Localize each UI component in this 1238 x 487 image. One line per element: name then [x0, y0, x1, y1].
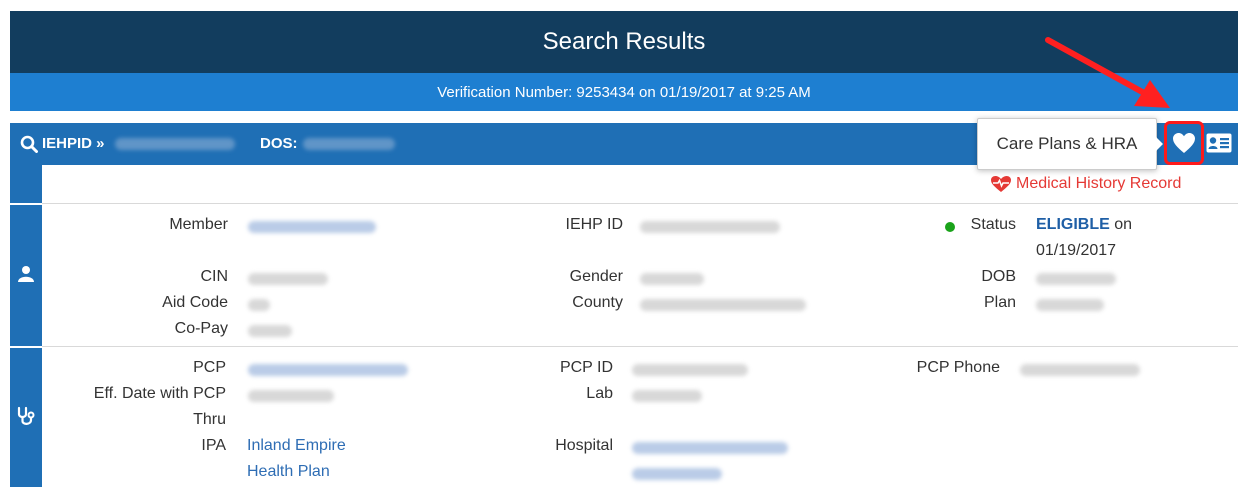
county-label: County [572, 294, 623, 311]
plan-value-redacted [1036, 299, 1104, 311]
eligibility-status: ELIGIBLE [1036, 216, 1110, 233]
status-indicator [945, 222, 955, 232]
member-name-redacted [248, 221, 376, 233]
gender-label: Gender [569, 268, 623, 285]
copay-label: Co-Pay [174, 320, 228, 337]
eff-date-value-redacted [248, 390, 334, 402]
tooltip-text: Care Plans & HRA [996, 134, 1138, 153]
medical-history-link[interactable]: Medical History Record [990, 175, 1181, 193]
iehpid-value-redacted [115, 138, 235, 150]
cin-value-redacted [248, 273, 328, 285]
left-rail-pcp [10, 348, 42, 487]
copay-value-redacted [248, 325, 292, 337]
heart-icon [1173, 133, 1195, 153]
care-plans-tooltip: Care Plans & HRA [977, 118, 1157, 170]
hospital-label: Hospital [555, 437, 613, 454]
status-date: 01/19/2017 [1036, 242, 1117, 259]
county-value-redacted [640, 299, 806, 311]
heartbeat-icon [991, 176, 1011, 192]
pcp-phone-label: PCP Phone [916, 359, 1000, 376]
tooltip-pointer [1156, 137, 1163, 151]
left-rail-member [10, 205, 42, 346]
iehp-id-value-redacted [640, 221, 780, 233]
pcp-id-value-redacted [632, 364, 748, 376]
gender-value-redacted [640, 273, 704, 285]
hospital-value-redacted[interactable] [632, 442, 788, 454]
page-title: Search Results [542, 28, 706, 55]
member-card-icon[interactable] [1206, 133, 1232, 153]
dob-value-redacted [1036, 273, 1116, 285]
medical-history-label: Medical History Record [1016, 175, 1182, 192]
left-rail-top [10, 165, 42, 203]
stethoscope-icon [17, 406, 35, 425]
status-label: Status [970, 216, 1016, 233]
ipa-label: IPA [201, 437, 226, 454]
iehp-id-label: IEHP ID [565, 216, 624, 233]
search-icon[interactable] [20, 135, 38, 153]
ipa-value-line2[interactable]: Health Plan [247, 463, 330, 481]
aid-code-value-redacted [248, 299, 270, 311]
verification-bar: Verification Number: 9253434 on 01/19/20… [10, 73, 1238, 111]
pcp-label: PCP [193, 359, 226, 376]
status-on: on [1114, 216, 1133, 233]
plan-label: Plan [983, 294, 1016, 311]
pcp-phone-value-redacted [1020, 364, 1140, 376]
aid-code-label: Aid Code [162, 294, 228, 311]
pcp-name-redacted[interactable] [248, 364, 408, 376]
hospital-value-redacted-2[interactable] [632, 468, 722, 480]
lab-value-redacted [632, 390, 702, 402]
care-plans-button[interactable] [1164, 121, 1204, 165]
page-title-bar: Search Results [10, 11, 1238, 73]
cin-label: CIN [200, 268, 228, 285]
member-label: Member [169, 216, 228, 233]
divider [42, 346, 1238, 347]
eff-date-label: Eff. Date with PCP [93, 385, 226, 402]
dob-label: DOB [981, 268, 1016, 285]
thru-label: Thru [193, 411, 226, 428]
dos-value-redacted [303, 138, 395, 150]
dos-label: DOS: [260, 135, 298, 152]
verification-text: Verification Number: 9253434 on 01/19/20… [437, 83, 811, 101]
status-value: ELIGIBLE on [1036, 216, 1132, 234]
lab-label: Lab [586, 385, 613, 402]
person-icon [18, 266, 34, 282]
iehpid-label: IEHPID » [42, 135, 105, 152]
ipa-value-line1[interactable]: Inland Empire [247, 437, 346, 455]
divider [42, 203, 1238, 204]
pcp-id-label: PCP ID [559, 359, 613, 376]
